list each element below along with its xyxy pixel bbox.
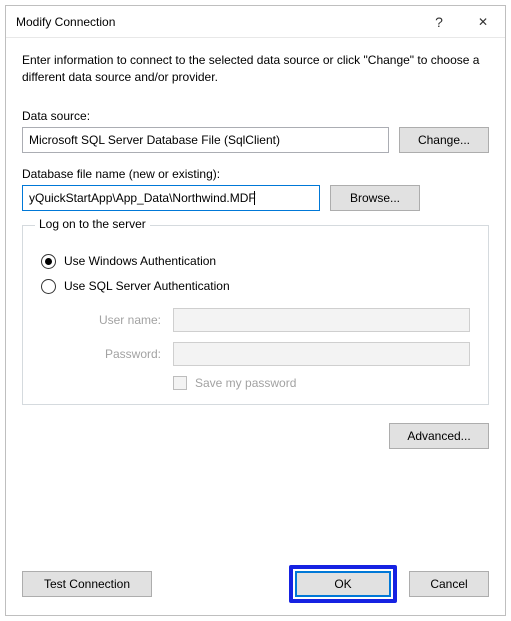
close-icon: ✕: [478, 15, 488, 29]
browse-button[interactable]: Browse...: [330, 185, 420, 211]
close-button[interactable]: ✕: [461, 7, 505, 37]
text-caret: [254, 191, 255, 205]
highlight-ok: OK: [295, 571, 391, 597]
save-password-label: Save my password: [195, 376, 296, 390]
ok-button[interactable]: OK: [295, 571, 391, 597]
db-file-value: yQuickStartApp\App_Data\Northwind.MDF: [29, 191, 256, 205]
help-button[interactable]: ?: [417, 7, 461, 37]
logon-group: Log on to the server Use Windows Authent…: [22, 225, 489, 405]
dialog-content: Enter information to connect to the sele…: [6, 38, 505, 615]
checkbox-icon: [173, 376, 187, 390]
data-source-value: Microsoft SQL Server Database File (SqlC…: [29, 133, 280, 147]
advanced-button[interactable]: Advanced...: [389, 423, 489, 449]
window-title: Modify Connection: [16, 15, 417, 29]
logon-legend: Log on to the server: [35, 217, 150, 231]
help-icon: ?: [435, 14, 443, 30]
db-file-input[interactable]: yQuickStartApp\App_Data\Northwind.MDF: [22, 185, 320, 211]
radio-selected-icon: [41, 254, 56, 269]
data-source-label: Data source:: [22, 109, 489, 123]
username-input: [173, 308, 470, 332]
save-password-checkbox: Save my password: [173, 376, 470, 390]
change-button[interactable]: Change...: [399, 127, 489, 153]
radio-windows-label: Use Windows Authentication: [64, 254, 216, 268]
db-file-label: Database file name (new or existing):: [22, 167, 489, 181]
data-source-field: Microsoft SQL Server Database File (SqlC…: [22, 127, 389, 153]
title-bar: Modify Connection ? ✕: [6, 6, 505, 38]
username-label: User name:: [59, 313, 169, 327]
dialog-window: Modify Connection ? ✕ Enter information …: [5, 5, 506, 616]
password-input: [173, 342, 470, 366]
radio-windows-auth[interactable]: Use Windows Authentication: [41, 254, 470, 269]
radio-unselected-icon: [41, 279, 56, 294]
radio-sql-auth[interactable]: Use SQL Server Authentication: [41, 279, 470, 294]
radio-sql-label: Use SQL Server Authentication: [64, 279, 230, 293]
cancel-button[interactable]: Cancel: [409, 571, 489, 597]
instruction-text: Enter information to connect to the sele…: [22, 52, 489, 87]
password-label: Password:: [59, 347, 169, 361]
dialog-buttons: Test Connection OK Cancel: [22, 571, 489, 597]
test-connection-button[interactable]: Test Connection: [22, 571, 152, 597]
